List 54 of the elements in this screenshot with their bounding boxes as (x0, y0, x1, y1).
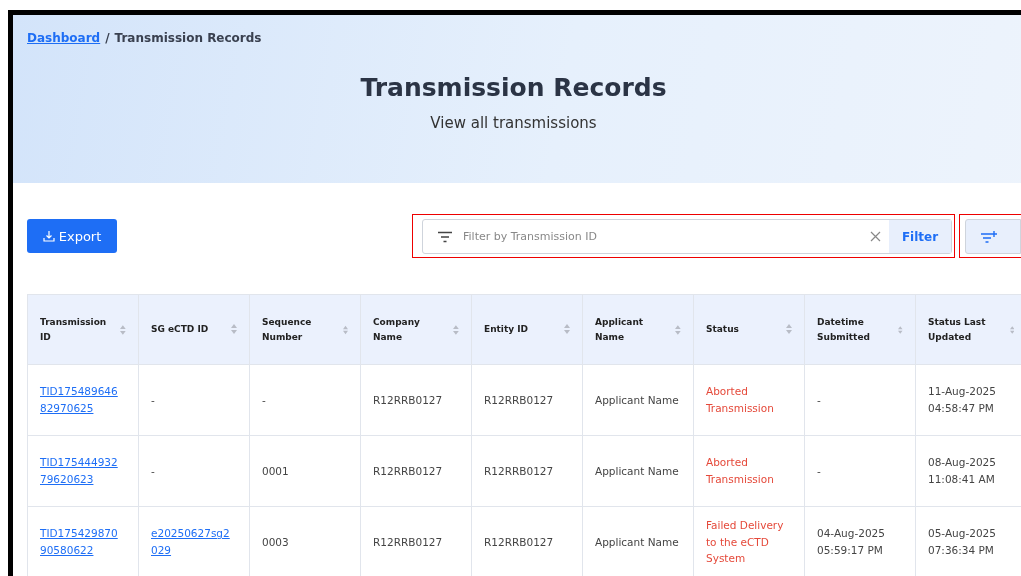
table-cell: 04-Aug-2025 05:59:17 PM (817, 527, 885, 556)
filter-button[interactable]: Filter (889, 220, 951, 253)
table-cell: - (817, 393, 821, 406)
table-cell: R12RRB0127 (484, 535, 554, 548)
column-header[interactable]: Transmission ID (27, 294, 139, 365)
table-cell: R12RRB0127 (484, 464, 554, 477)
table-cell: - (151, 464, 155, 477)
column-header[interactable]: Datetime Submitted (804, 294, 916, 365)
table-cell: Applicant Name (595, 393, 679, 406)
column-header[interactable]: Applicant Name (582, 294, 694, 365)
sort-icon (786, 324, 792, 335)
sort-icon (343, 324, 348, 335)
filter-add-icon (980, 229, 998, 244)
table-cell: Applicant Name (595, 464, 679, 477)
table-cell: 08-Aug-2025 11:08:41 AM (928, 456, 996, 485)
breadcrumb-current: Transmission Records (114, 31, 262, 45)
column-header[interactable]: SG eCTD ID (138, 294, 250, 365)
table-cell: - (817, 464, 821, 477)
sort-icon (120, 324, 126, 335)
filter-icon (437, 230, 453, 243)
search-field[interactable]: Filter by Transmission ID Filter (422, 219, 952, 254)
status-text: Aborted Transmission (706, 385, 774, 414)
sort-icon (1009, 324, 1014, 335)
status-text: Aborted Transmission (706, 456, 774, 485)
table-cell: - (262, 393, 266, 406)
column-header[interactable]: Entity ID (471, 294, 583, 365)
column-header[interactable]: Company Name (360, 294, 472, 365)
status-text: Failed Delivery to the eCTD System (706, 518, 784, 565)
sort-icon (453, 324, 459, 335)
export-button[interactable]: Export (27, 219, 117, 253)
table-cell: R12RRB0127 (373, 464, 443, 477)
table-cell: - (151, 393, 155, 406)
page-subtitle: View all transmissions (429, 114, 598, 132)
page-title: Transmission Records (359, 73, 668, 102)
breadcrumb-link[interactable]: Dashboard (27, 31, 101, 45)
table-cell: R12RRB0127 (484, 393, 554, 406)
sort-icon (564, 324, 570, 335)
download-icon (42, 230, 55, 242)
add-filter-button[interactable] (965, 219, 1021, 254)
table-cell: 11-Aug-2025 04:58:47 PM (928, 385, 996, 414)
sort-icon (231, 324, 237, 335)
table-cell: R12RRB0127 (373, 535, 443, 548)
sort-icon (898, 324, 903, 335)
column-header[interactable]: Status (693, 294, 805, 365)
column-header[interactable]: Sequence Number (249, 294, 361, 365)
table-cell: 05-Aug-2025 07:36:34 PM (928, 527, 996, 556)
sort-icon (675, 324, 681, 335)
clear-icon[interactable] (870, 231, 881, 242)
table-cell: 0001 (262, 464, 289, 477)
table-cell: 0003 (262, 535, 289, 548)
breadcrumb-separator: / (105, 31, 110, 45)
table-cell: Applicant Name (595, 535, 679, 548)
column-header[interactable]: Status Last Updated (915, 294, 1021, 365)
table-cell: R12RRB0127 (373, 393, 443, 406)
